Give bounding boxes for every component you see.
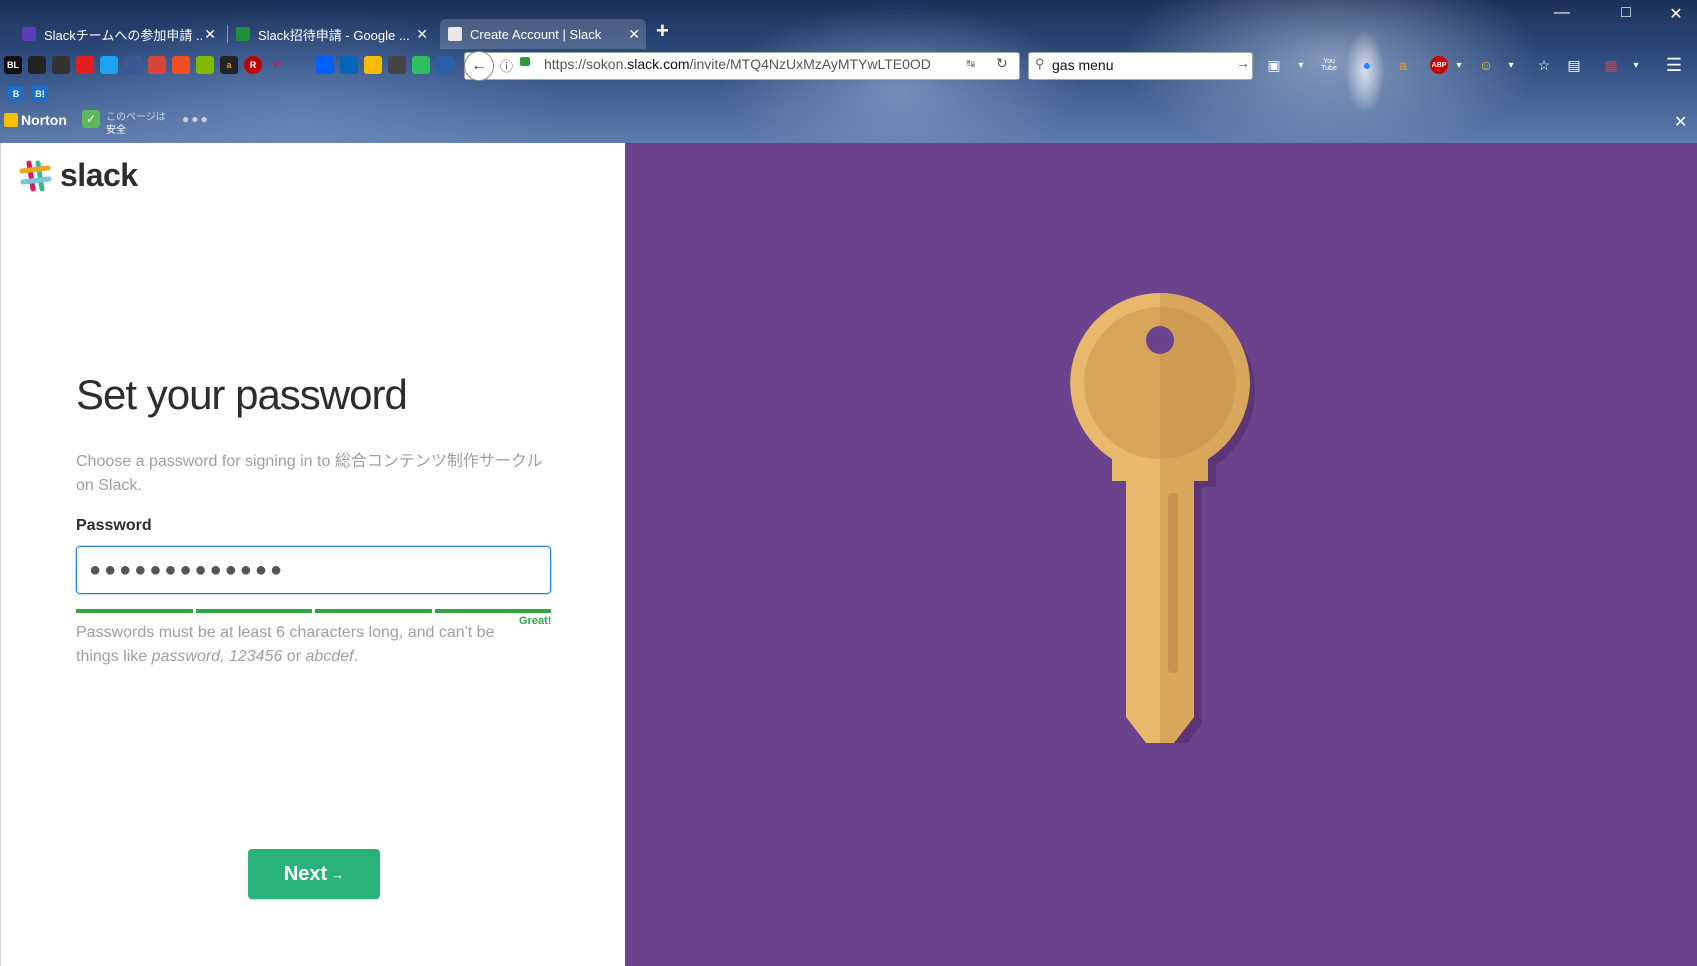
extension-face-icon[interactable]: ☺ — [1477, 56, 1495, 74]
twitter-icon[interactable] — [100, 56, 118, 74]
globe-icon[interactable]: ● — [1358, 56, 1376, 74]
amazon-tool-icon[interactable]: a — [1394, 56, 1412, 74]
url-prefix: https://sokon. — [544, 56, 628, 72]
page-title: Set your password — [76, 371, 408, 418]
pdf-icon[interactable]: ▦ — [1602, 56, 1620, 74]
hint-example: abcdef — [305, 648, 354, 665]
bookmarks-bar: BL a R Y! — [4, 56, 454, 74]
maximize-button[interactable]: □ — [1606, 4, 1646, 22]
dropbox-icon[interactable] — [316, 56, 334, 74]
bookmark-star-icon[interactable]: ☆ — [1535, 56, 1553, 74]
strength-segment — [315, 609, 432, 613]
slack-favicon-icon — [448, 27, 462, 41]
strength-segment — [195, 609, 312, 613]
safe-check-icon: ✓ — [82, 110, 100, 128]
back-button[interactable]: ← — [464, 51, 494, 81]
tab-google-sheets[interactable]: Slack招待申請 - Google ... ✕ — [236, 19, 434, 49]
toolbar-close-icon[interactable]: ✕ — [1674, 112, 1687, 132]
arrow-right-icon: → — [331, 866, 345, 882]
forms-icon — [22, 27, 36, 41]
tab-create-account[interactable]: Create Account | Slack ✕ — [440, 19, 646, 49]
menu-icon[interactable]: ☰ — [1665, 55, 1683, 75]
window-close-button[interactable]: ✕ — [1656, 4, 1696, 24]
yahoo-icon[interactable]: Y! — [268, 56, 286, 74]
google-drive-icon[interactable] — [364, 56, 382, 74]
search-icon: ⚲ — [1035, 56, 1045, 71]
password-label: Password — [76, 517, 152, 534]
url-text[interactable]: https://sokon.slack.com/invite/MTQ4NzUxM… — [544, 56, 944, 72]
illustration-panel — [625, 143, 1697, 966]
tab-divider — [227, 25, 228, 43]
browser-chrome: Slackチームへの参加申請 ... ✕ Slack招待申請 - Google … — [0, 0, 1697, 143]
tab-label: Create Account | Slack — [470, 26, 602, 42]
bookmark-icon[interactable] — [28, 56, 46, 74]
next-button-label: Next — [283, 862, 328, 885]
dropdown-icon[interactable]: ▾ — [1502, 56, 1520, 74]
minimize-button[interactable]: — — [1542, 4, 1582, 22]
camera-icon[interactable]: ▣ — [1265, 56, 1283, 74]
amazon-icon[interactable]: a — [220, 56, 238, 74]
norton-check-icon — [4, 113, 18, 127]
hint-end: . — [353, 648, 358, 665]
hint-separator: or — [282, 648, 306, 665]
close-icon[interactable]: ✕ — [204, 26, 216, 43]
bookmark-icon[interactable] — [292, 56, 310, 74]
safe-text-line2: 安全 — [106, 125, 126, 136]
lock-icon — [520, 57, 530, 66]
gmail-icon[interactable] — [148, 56, 166, 74]
password-input[interactable]: ●●●●●●●●●●●●● — [76, 546, 551, 594]
key-illustration-icon — [1070, 293, 1255, 743]
translate-icon[interactable]: ↹ — [966, 57, 975, 70]
sheets-icon — [236, 27, 250, 41]
hint-example: 123456 — [228, 648, 283, 665]
next-button[interactable]: Next → — [248, 849, 380, 899]
slack-logo[interactable]: slack — [18, 157, 138, 194]
tab-label: Slack招待申請 - Google ... — [258, 27, 410, 43]
youtube-icon[interactable] — [76, 56, 94, 74]
adblock-icon[interactable]: ABP — [1430, 56, 1448, 74]
hint-example: password — [151, 648, 221, 665]
search-input[interactable] — [1052, 57, 1222, 73]
hatena-icon[interactable]: B — [8, 86, 24, 102]
close-icon[interactable]: ✕ — [416, 26, 428, 43]
onedrive-icon[interactable] — [340, 56, 358, 74]
url-path: /invite/MTQ4NzUxMzAyMTYwLTE0OD — [689, 56, 931, 72]
hint-separator: , — [220, 648, 229, 665]
form-panel: slack Set your password Choose a passwor… — [0, 143, 625, 966]
evernote-icon[interactable] — [412, 56, 430, 74]
bookmark-icon[interactable] — [52, 56, 70, 74]
dropdown-icon[interactable]: ▾ — [1450, 56, 1468, 74]
info-icon[interactable]: ⓘ — [500, 56, 513, 75]
more-dots-icon[interactable]: ●●● — [182, 112, 210, 126]
rakuten-icon[interactable]: R — [244, 56, 262, 74]
reload-icon[interactable]: ↻ — [996, 55, 1008, 72]
norton-toolbar[interactable]: Norton — [4, 112, 67, 128]
dropdown-icon[interactable]: ▾ — [1292, 56, 1310, 74]
logo-text: slack — [60, 157, 138, 193]
password-hint: Passwords must be at least 6 characters … — [76, 621, 526, 669]
cloud-icon[interactable] — [388, 56, 406, 74]
strength-segment — [76, 609, 193, 613]
youtube-tool-icon[interactable]: You Tube — [1320, 56, 1338, 74]
checkbox-icon[interactable] — [436, 56, 454, 74]
tab-label: Slackチームへの参加申請 ... — [44, 27, 204, 43]
slack-hash-icon — [19, 160, 52, 191]
extra-bookmarks: B B! — [8, 86, 48, 102]
reading-list-icon[interactable]: ▤ — [1565, 56, 1583, 74]
password-strength-meter — [76, 609, 551, 613]
microsoft-icon[interactable] — [196, 56, 214, 74]
dropdown-icon[interactable]: ▾ — [1627, 56, 1645, 74]
microsoft-icon[interactable] — [172, 56, 190, 74]
close-icon[interactable]: ✕ — [628, 26, 640, 43]
facebook-icon[interactable] — [124, 56, 142, 74]
page-subtitle: Choose a password for signing in to 総合コン… — [76, 453, 543, 494]
hatena-bookmark-icon[interactable]: B! — [32, 86, 48, 102]
search-go-icon[interactable]: → — [1236, 55, 1250, 71]
bookmark-bl-icon[interactable]: BL — [4, 56, 22, 74]
tab-slack-join-request[interactable]: Slackチームへの参加申請 ... ✕ — [22, 19, 222, 49]
strength-segment — [434, 609, 551, 613]
norton-label: Norton — [21, 112, 67, 128]
new-tab-button[interactable]: + — [656, 18, 669, 44]
url-domain: slack.com — [627, 56, 690, 72]
